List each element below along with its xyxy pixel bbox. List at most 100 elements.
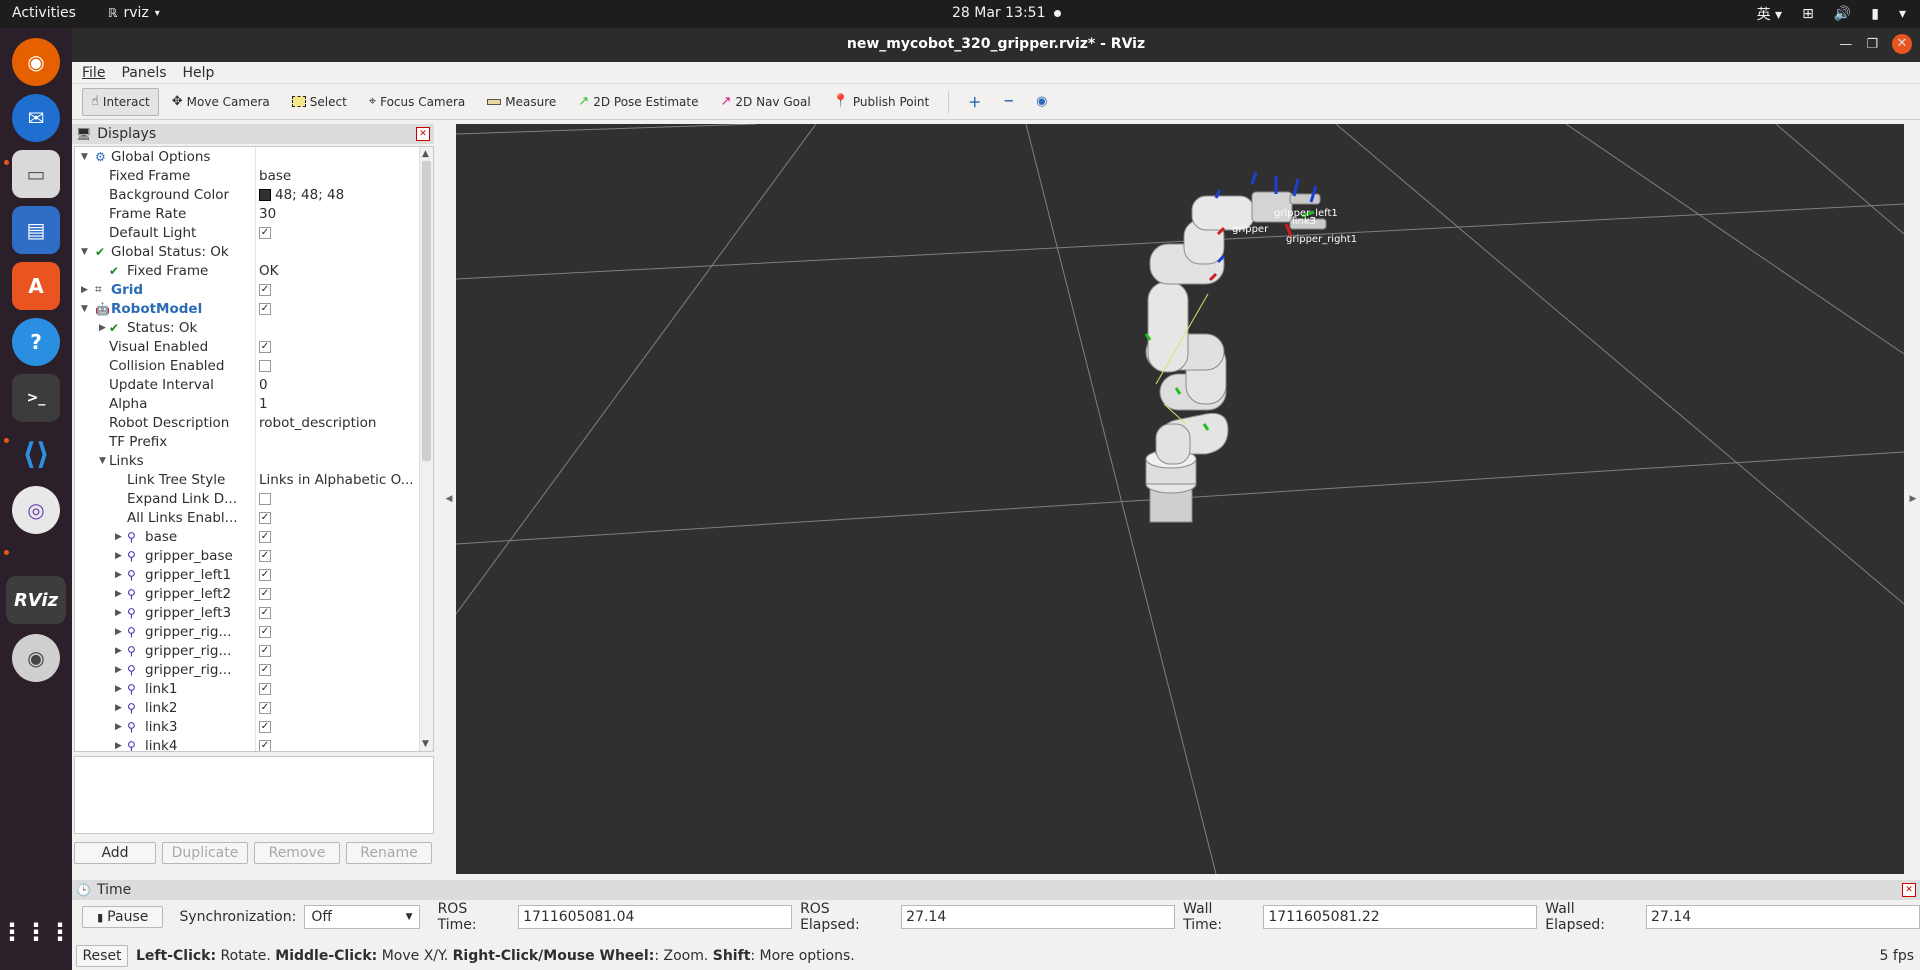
checkbox[interactable]: ✓	[259, 625, 271, 638]
tree-value[interactable]: 48; 48; 48	[275, 187, 344, 203]
input-method-indicator[interactable]: 英 ▾	[1757, 4, 1782, 24]
tree-row-link-link1[interactable]: ▶ ⚲ link1 ✓	[75, 679, 420, 698]
software-center-icon[interactable]: A	[12, 262, 60, 310]
move-camera-tool-button[interactable]: ✥ Move Camera	[163, 88, 279, 116]
measure-tool-button[interactable]: Measure	[478, 88, 565, 116]
sync-select[interactable]: Off ▼	[304, 905, 420, 929]
ros-time-field[interactable]: 1711605081.04	[518, 905, 793, 929]
pause-button[interactable]: ▮ Pause	[82, 906, 164, 928]
tree-row-links[interactable]: ▼ Links	[75, 451, 420, 470]
tree-row-global-status[interactable]: ▼ ✔ Global Status: Ok	[75, 242, 420, 261]
checkbox[interactable]: ✓	[259, 606, 271, 619]
checkbox[interactable]: ✓	[259, 644, 271, 657]
expand-arrow-icon[interactable]: ▶	[115, 551, 122, 561]
tree-value[interactable]: robot_description	[259, 415, 376, 431]
time-panel-header[interactable]: 🕒 Time ✕	[72, 880, 1920, 900]
expand-arrow-icon[interactable]: ▶	[115, 684, 122, 694]
scroll-down-icon[interactable]: ▼	[422, 739, 429, 749]
vscode-icon[interactable]: ⟨⟩	[12, 430, 60, 478]
volume-icon[interactable]: 🔊	[1834, 6, 1851, 22]
checkbox[interactable]: ✓	[259, 701, 271, 714]
tree-row-status-ok[interactable]: ▶ ✔ Status: Ok	[75, 318, 420, 337]
tree-row-global-options[interactable]: ▼ ⚙ Global Options	[75, 147, 420, 166]
tree-value[interactable]: 30	[259, 206, 276, 222]
rename-display-button[interactable]: Rename	[346, 842, 432, 864]
close-panel-icon[interactable]: ✕	[1902, 883, 1916, 897]
checkbox[interactable]: ✓	[259, 682, 271, 695]
checkbox[interactable]: ✓	[259, 530, 271, 543]
tree-row-visual-enabled[interactable]: Visual Enabled ✓	[75, 337, 420, 356]
expand-arrow-icon[interactable]: ▶	[115, 703, 122, 713]
maximize-icon[interactable]: ❐	[1866, 37, 1878, 52]
checkbox[interactable]	[259, 359, 271, 372]
tree-row-alpha[interactable]: Alpha 1	[75, 394, 420, 413]
thunderbird-icon[interactable]: ✉	[12, 94, 60, 142]
close-panel-icon[interactable]: ✕	[416, 127, 430, 141]
firefox-icon[interactable]: ◉	[12, 38, 60, 86]
tree-row-tf-prefix[interactable]: TF Prefix	[75, 432, 420, 451]
help-icon[interactable]: ?	[12, 318, 60, 366]
displays-tree[interactable]: ▼ ⚙ Global Options Fixed Frame base Back…	[74, 146, 434, 752]
minimize-icon[interactable]: —	[1839, 37, 1852, 52]
tree-value[interactable]: base	[259, 168, 291, 184]
window-titlebar[interactable]: new_mycobot_320_gripper.rviz* - RViz — ❐…	[72, 28, 1920, 62]
menu-panels[interactable]: Panels	[121, 65, 166, 81]
power-menu-icon[interactable]: ▾	[1899, 6, 1906, 22]
tree-row-link-gripper-left2[interactable]: ▶ ⚲ gripper_left2 ✓	[75, 584, 420, 603]
tree-row-fixed-frame[interactable]: Fixed Frame base	[75, 166, 420, 185]
checkbox[interactable]: ✓	[259, 568, 271, 581]
camera-icon[interactable]: ◎	[12, 486, 60, 534]
pose-estimate-tool-button[interactable]: ↗ 2D Pose Estimate	[569, 88, 707, 116]
checkbox[interactable]: ✓	[259, 663, 271, 676]
expand-arrow-icon[interactable]: ▼	[99, 456, 106, 466]
tree-row-default-light[interactable]: Default Light ✓	[75, 223, 420, 242]
expand-arrow-icon[interactable]: ▶	[81, 285, 88, 295]
add-display-button[interactable]: Add	[74, 842, 156, 864]
expand-arrow-icon[interactable]: ▶	[115, 722, 122, 732]
tree-row-link-gripper-right3[interactable]: ▶ ⚲ gripper_rig... ✓	[75, 660, 420, 679]
tree-row-all-links-enabled[interactable]: All Links Enabl... ✓	[75, 508, 420, 527]
app-menu[interactable]: ℝ rviz ▾	[108, 5, 160, 21]
scrollbar-thumb[interactable]	[422, 161, 431, 461]
menu-file[interactable]: File	[82, 65, 105, 81]
files-icon[interactable]: ▭	[12, 150, 60, 198]
rviz-dock-icon[interactable]: RViz	[6, 576, 66, 624]
color-swatch[interactable]	[259, 188, 271, 201]
expand-arrow-icon[interactable]: ▶	[115, 608, 122, 618]
tree-value[interactable]: Links in Alphabetic O...	[259, 472, 414, 488]
scroll-up-icon[interactable]: ▲	[422, 149, 429, 159]
system-tray[interactable]: 英 ▾ ⊞ 🔊 ▮ ▾	[1757, 4, 1906, 24]
checkbox[interactable]: ✓	[259, 283, 271, 296]
checkbox[interactable]	[259, 492, 271, 505]
3d-render-view[interactable]: gripper_left1 link3 gripper gripper_righ…	[456, 124, 1904, 874]
tree-row-background-color[interactable]: Background Color 48; 48; 48	[75, 185, 420, 204]
clock[interactable]: 28 Mar 13:51	[952, 5, 1045, 21]
wall-elapsed-field[interactable]: 27.14	[1646, 905, 1920, 929]
checkbox[interactable]: ✓	[259, 302, 271, 315]
tree-row-collision-enabled[interactable]: Collision Enabled	[75, 356, 420, 375]
nav-goal-tool-button[interactable]: ↗ 2D Nav Goal	[712, 88, 820, 116]
tree-row-link-link4[interactable]: ▶ ⚲ link4 ✓	[75, 736, 420, 751]
expand-arrow-icon[interactable]: ▶	[99, 323, 106, 333]
add-tool-button[interactable]: ＋	[959, 88, 990, 116]
remove-tool-button[interactable]: −	[994, 88, 1023, 116]
expand-arrow-icon[interactable]: ▼	[81, 247, 88, 257]
tree-row-status-fixed-frame[interactable]: ✔ Fixed Frame OK	[75, 261, 420, 280]
wall-time-field[interactable]: 1711605081.22	[1263, 905, 1538, 929]
remove-display-button[interactable]: Remove	[254, 842, 340, 864]
expand-arrow-icon[interactable]: ▶	[115, 532, 122, 542]
tree-row-expand-link-details[interactable]: Expand Link D...	[75, 489, 420, 508]
publish-point-tool-button[interactable]: 📍 Publish Point	[824, 88, 939, 116]
expand-arrow-icon[interactable]: ▶	[115, 646, 122, 656]
tree-row-link-gripper-base[interactable]: ▶ ⚲ gripper_base ✓	[75, 546, 420, 565]
tree-row-link-gripper-left3[interactable]: ▶ ⚲ gripper_left3 ✓	[75, 603, 420, 622]
displays-panel-header[interactable]: 🖥 Displays ✕	[72, 124, 434, 144]
duplicate-display-button[interactable]: Duplicate	[162, 842, 248, 864]
checkbox[interactable]: ✓	[259, 720, 271, 733]
expand-arrow-icon[interactable]: ▶	[115, 570, 122, 580]
tree-row-grid[interactable]: ▶ ⌗ Grid ✓	[75, 280, 420, 299]
writer-icon[interactable]: ▤	[12, 206, 60, 254]
ros-elapsed-field[interactable]: 27.14	[901, 905, 1176, 929]
interact-tool-button[interactable]: ☝ Interact	[82, 87, 159, 116]
right-splitter-handle[interactable]: ▶	[1908, 124, 1918, 874]
